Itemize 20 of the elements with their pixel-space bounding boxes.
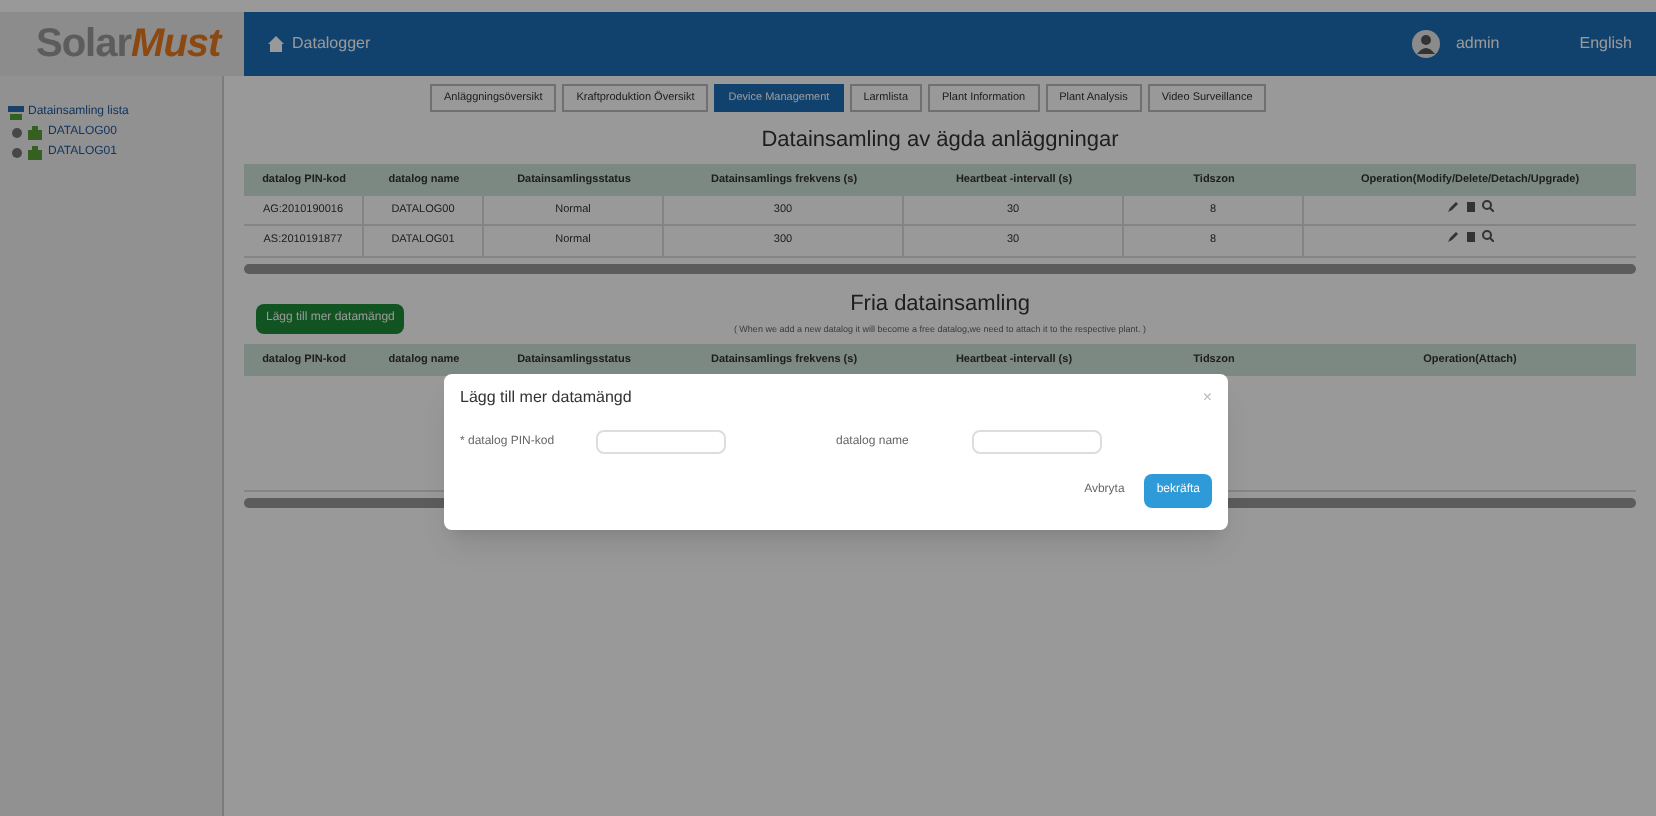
delete-icon[interactable]	[1465, 230, 1475, 243]
edit-icon[interactable]	[1447, 200, 1459, 212]
language-menu[interactable]: English	[1579, 32, 1632, 56]
dialog-title: Lägg till mer datamängd	[460, 386, 632, 410]
device-icon	[28, 146, 42, 160]
network-icon	[8, 106, 24, 120]
user-menu[interactable]: admin	[1455, 32, 1500, 56]
device-icon	[28, 126, 42, 140]
section-title: Datainsamling av ägda anläggningar	[759, 126, 1121, 157]
edit-icon[interactable]	[1447, 230, 1459, 243]
input-field[interactable]	[596, 430, 726, 454]
home-icon[interactable]	[268, 36, 284, 52]
scrollbar[interactable]	[244, 263, 1636, 273]
breadcrumb-link[interactable]: Datalogger	[292, 32, 371, 56]
delete-icon[interactable]	[1465, 200, 1475, 212]
search-icon[interactable]	[1481, 230, 1493, 243]
search-icon[interactable]	[1481, 200, 1493, 212]
input-field[interactable]	[972, 430, 1102, 454]
avatar-icon[interactable]	[1411, 30, 1440, 58]
section-title: Fria datainsamling	[850, 289, 1030, 319]
